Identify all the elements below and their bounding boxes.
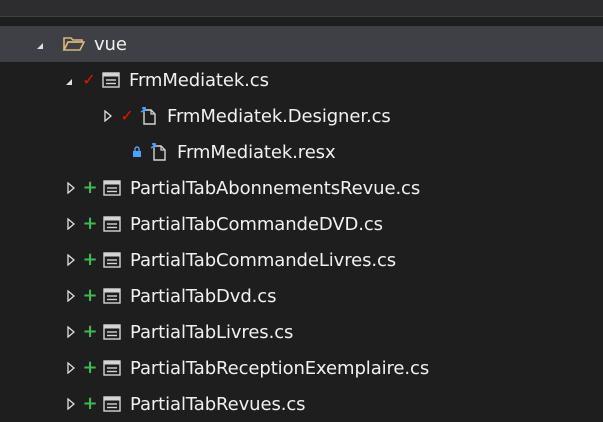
tree-item-label: PartialTabLivres.cs bbox=[130, 321, 294, 343]
added-icon: + bbox=[82, 177, 98, 198]
tree-item-partialtabdvd-cs[interactable]: + PartialTabDvd.cs bbox=[0, 278, 603, 314]
added-icon: + bbox=[82, 321, 98, 342]
added-icon: + bbox=[82, 249, 98, 270]
folder-open-icon bbox=[62, 35, 86, 53]
collapse-arrow-icon[interactable] bbox=[101, 107, 115, 125]
added-icon: + bbox=[82, 213, 98, 234]
tree-item-frmmediatek-cs[interactable]: ✓ FrmMediatek.cs bbox=[0, 62, 603, 98]
tree-item-partialtabcommandedvd-cs[interactable]: + PartialTabCommandeDVD.cs bbox=[0, 206, 603, 242]
tree-item-frmmediatek-resx[interactable]: FrmMediatek.resx bbox=[0, 134, 603, 170]
expand-arrow-icon[interactable] bbox=[34, 35, 48, 53]
form-icon bbox=[102, 395, 122, 413]
form-icon bbox=[102, 251, 122, 269]
added-icon: + bbox=[82, 285, 98, 306]
tree-item-vue-folder[interactable]: vue bbox=[0, 26, 603, 62]
tree-item-partialtabrevues-cs[interactable]: + PartialTabRevues.cs bbox=[0, 386, 603, 422]
form-icon bbox=[102, 179, 122, 197]
checked-out-icon: ✓ bbox=[82, 70, 96, 89]
form-icon bbox=[101, 71, 121, 89]
form-icon bbox=[102, 287, 122, 305]
tree-item-label: FrmMediatek.resx bbox=[177, 141, 336, 163]
form-icon bbox=[102, 323, 122, 341]
lock-icon bbox=[131, 143, 143, 161]
tree-item-label: PartialTabRevues.cs bbox=[130, 393, 306, 415]
tree-item-partialtababonnementsrevue-cs[interactable]: + PartialTabAbonnementsRevue.cs bbox=[0, 170, 603, 206]
tree-item-label: PartialTabCommandeLivres.cs bbox=[130, 249, 397, 271]
collapse-arrow-icon[interactable] bbox=[64, 359, 78, 377]
tree-item-label: vue bbox=[94, 33, 127, 55]
tree-item-partialtablivres-cs[interactable]: + PartialTabLivres.cs bbox=[0, 314, 603, 350]
tree-item-partialtabcommandelivres-cs[interactable]: + PartialTabCommandeLivres.cs bbox=[0, 242, 603, 278]
form-icon bbox=[102, 215, 122, 233]
tree-item-partialtabreceptionexemplaire-cs[interactable]: + PartialTabReceptionExemplaire.cs bbox=[0, 350, 603, 386]
tree-item-label: PartialTabCommandeDVD.cs bbox=[130, 213, 383, 235]
checked-out-icon: ✓ bbox=[120, 106, 134, 125]
added-icon: + bbox=[82, 393, 98, 414]
panel-top-bar bbox=[0, 0, 603, 17]
designer-file-icon bbox=[139, 107, 159, 125]
form-icon bbox=[102, 359, 122, 377]
tree-item-label: PartialTabAbonnementsRevue.cs bbox=[130, 177, 421, 199]
tree-item-label: FrmMediatek.cs bbox=[129, 69, 269, 91]
tree-item-label: PartialTabDvd.cs bbox=[130, 285, 277, 307]
collapse-arrow-icon[interactable] bbox=[64, 323, 78, 341]
collapse-arrow-icon[interactable] bbox=[64, 179, 78, 197]
file-tree: vue ✓ FrmMediatek.cs ✓ FrmMediatek.Desig… bbox=[0, 26, 603, 422]
added-icon: + bbox=[82, 357, 98, 378]
collapse-arrow-icon[interactable] bbox=[64, 287, 78, 305]
solution-explorer-panel: vue ✓ FrmMediatek.cs ✓ FrmMediatek.Desig… bbox=[0, 0, 603, 415]
expand-arrow-icon[interactable] bbox=[63, 71, 77, 89]
tree-item-label: PartialTabReceptionExemplaire.cs bbox=[130, 357, 430, 379]
collapse-arrow-icon[interactable] bbox=[64, 395, 78, 413]
collapse-arrow-icon[interactable] bbox=[64, 215, 78, 233]
collapse-arrow-icon[interactable] bbox=[64, 251, 78, 269]
resource-file-icon bbox=[149, 143, 169, 161]
tree-item-frmmediatek-designer-cs[interactable]: ✓ FrmMediatek.Designer.cs bbox=[0, 98, 603, 134]
tree-item-label: FrmMediatek.Designer.cs bbox=[167, 105, 391, 127]
